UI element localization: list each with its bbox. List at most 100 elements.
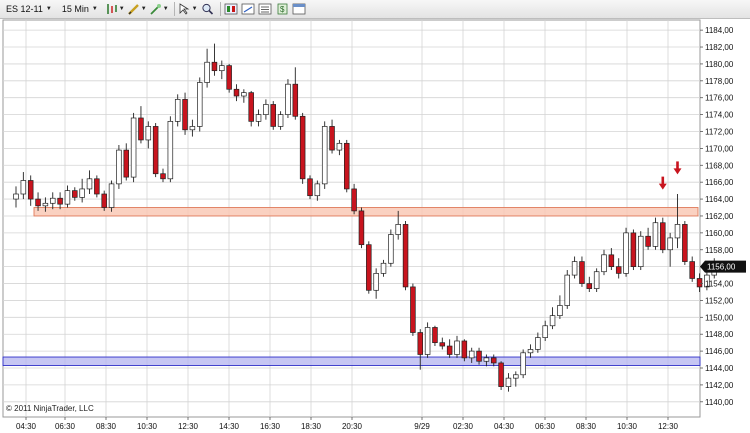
candle-body-down — [660, 222, 666, 251]
candle-body-up — [388, 234, 394, 264]
chart-trader-button[interactable] — [241, 2, 256, 17]
chart-canvas: 1140,00 1142,00 1144,00 1146,00 1148,00 1150,… — [2, 19, 746, 431]
properties-icon: $ — [277, 3, 287, 15]
candle-body-down — [233, 88, 240, 97]
candle-body-down — [498, 362, 504, 387]
chart-toolbar: ES 12-11 ▼ 15 Min ▼ ▼ ▼ ▼ ▼ $ — [0, 0, 750, 19]
candle-body-up — [108, 183, 115, 208]
candle-body-down — [432, 327, 438, 344]
price-chart[interactable]: 1140,00 1142,00 1144,00 1146,00 1148,00 1150,… — [0, 19, 750, 433]
candle-body-up — [116, 149, 122, 185]
x-tick-label: 04:30 — [494, 422, 515, 431]
candle-body-up — [593, 271, 600, 289]
candle-body-up — [527, 349, 534, 354]
y-tick-label: 1168,00 — [705, 161, 734, 170]
candle — [321, 121, 328, 189]
y-tick-label: 1150,00 — [705, 313, 734, 322]
candle — [424, 322, 431, 358]
candle-body-down — [476, 350, 482, 362]
candle-body-down — [101, 193, 107, 208]
candle — [130, 112, 137, 183]
instrument-selector[interactable]: ES 12-11 ▼ — [3, 2, 55, 17]
candle-body-down — [160, 173, 166, 180]
candle — [108, 180, 115, 212]
x-tick-label: 08:30 — [96, 422, 117, 431]
candle-body-up — [674, 224, 681, 239]
chart-trader-icon — [241, 3, 255, 15]
candle — [226, 63, 232, 93]
candle — [388, 229, 394, 267]
indicator-button[interactable]: ▼ — [149, 2, 169, 17]
candle-body-down — [270, 104, 277, 127]
x-tick-label: 04:30 — [16, 422, 37, 431]
candle-body-up — [601, 254, 607, 273]
candle-body-down — [586, 283, 593, 289]
interval-label: 15 Min — [61, 4, 89, 14]
y-tick-label: 1172,00 — [705, 127, 734, 136]
x-axis: 04:30 06:30 08:30 10:30 12:30 14:30 16:30 18:30… — [16, 417, 679, 431]
x-tick-label: 20:30 — [342, 422, 363, 431]
candle-body-up — [321, 126, 328, 185]
windows-button[interactable] — [292, 2, 307, 17]
candle — [174, 94, 181, 127]
candle — [116, 145, 122, 189]
candle-body-up — [79, 188, 85, 198]
candle-body-up — [652, 222, 659, 247]
y-tick-label: 1166,00 — [705, 178, 734, 187]
candle-body-up — [130, 117, 137, 178]
data-box-icon — [258, 3, 272, 15]
candle-body-down — [630, 232, 637, 267]
y-tick-label: 1180,00 — [705, 60, 734, 69]
candle-body-up — [241, 92, 247, 97]
candle — [270, 101, 277, 130]
candle — [410, 283, 416, 336]
candle-body-up — [667, 237, 673, 251]
candle-body-down — [439, 342, 446, 347]
instrument-label: ES 12-11 — [6, 4, 43, 14]
zoom-button[interactable] — [200, 2, 215, 17]
interval-selector[interactable]: 15 Min ▼ — [59, 2, 101, 17]
data-box-button[interactable] — [258, 2, 273, 17]
candle-body-down — [152, 126, 159, 175]
candle — [167, 116, 174, 183]
candle-body-down — [615, 266, 622, 274]
candle-body-up — [373, 273, 379, 291]
candle-body-up — [505, 377, 512, 387]
candle — [630, 229, 637, 271]
candle — [652, 217, 659, 250]
svg-text:$: $ — [280, 5, 285, 14]
cursor-button[interactable]: ▼ — [178, 2, 198, 17]
candle — [344, 139, 350, 193]
x-tick-label: 12:30 — [178, 422, 199, 431]
y-tick-label: 1154,00 — [705, 280, 734, 289]
y-tick-label: 1176,00 — [705, 94, 734, 103]
candle-body-up — [380, 262, 387, 274]
candle-body-down — [402, 224, 409, 288]
candle-body-up — [468, 350, 475, 359]
x-tick-label: 06:30 — [55, 422, 76, 431]
y-axis: 1140,00 1142,00 1144,00 1146,00 1148,00 1150,… — [700, 26, 746, 407]
candle-body-down — [94, 178, 100, 195]
x-tick-label: 08:30 — [576, 422, 597, 431]
candle-body-up — [49, 197, 56, 204]
candle-body-up — [571, 261, 578, 276]
candle-body-down — [358, 210, 365, 246]
bar-style-icon — [107, 4, 117, 14]
candle — [660, 217, 666, 254]
candle-body-down — [211, 61, 218, 72]
properties-button[interactable]: $ — [275, 2, 290, 17]
candle-body-down — [645, 235, 651, 247]
candle-body-down — [608, 254, 615, 267]
draw-tool-button[interactable]: ▼ — [127, 2, 147, 17]
candle-body-down — [696, 278, 703, 288]
candle-body-up — [336, 142, 343, 151]
order-entry-button[interactable] — [224, 2, 239, 17]
cursor-arrow-icon — [179, 3, 190, 15]
candle-body-down — [351, 188, 357, 212]
y-tick-label: 1144,00 — [705, 364, 734, 373]
toolbar-separator — [173, 2, 175, 16]
candle-body-up — [637, 235, 644, 267]
candle-body-up — [42, 202, 49, 207]
chart-style-button[interactable]: ▼ — [105, 2, 125, 17]
x-tick-label: 02:30 — [453, 422, 474, 431]
